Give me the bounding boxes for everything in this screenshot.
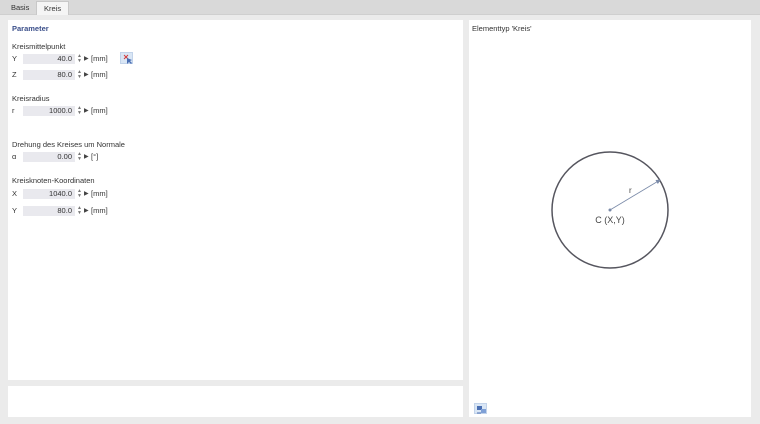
spinner-icon[interactable]: ▲ ▼ <box>77 106 82 116</box>
radius-label: r <box>629 186 632 195</box>
rotation-input[interactable]: 0.00 <box>23 152 75 162</box>
center-y-unit: [mm] <box>91 54 108 63</box>
center-point <box>608 208 612 212</box>
center-z-unit: [mm] <box>91 70 108 79</box>
play-arrow-icon[interactable]: ▶ <box>84 106 89 116</box>
circle-diagram: r C (X,Y) <box>551 151 669 269</box>
center-label: C (X,Y) <box>595 215 625 225</box>
spinner-icon[interactable]: ▲ ▼ <box>77 206 82 216</box>
rotation-symbol: α <box>12 152 17 161</box>
center-y-input[interactable]: 40.0 <box>23 54 75 64</box>
center-group-label: Kreismittelpunkt <box>12 42 66 51</box>
node-y-input[interactable]: 80.0 <box>23 206 75 216</box>
tab-bar: Basis Kreis <box>0 0 760 15</box>
node-y-symbol: Y <box>12 206 18 215</box>
center-y-symbol: Y <box>12 54 18 63</box>
node-group-label: Kreisknoten-Koordinaten <box>12 176 95 185</box>
pick-point-icon <box>123 54 132 64</box>
radius-unit: [mm] <box>91 106 108 115</box>
tab-basis[interactable]: Basis <box>4 1 36 15</box>
parameters-title: Parameter <box>12 24 49 33</box>
view-options-icon <box>477 406 486 414</box>
spinner-icon[interactable]: ▲ ▼ <box>77 152 82 162</box>
play-arrow-icon[interactable]: ▶ <box>84 206 89 216</box>
radius-symbol: r <box>12 106 15 115</box>
rotation-group-label: Drehung des Kreises um Normale <box>12 140 125 149</box>
spinner-icon[interactable]: ▲ ▼ <box>77 189 82 199</box>
node-x-input[interactable]: 1040.0 <box>23 189 75 199</box>
radius-group-label: Kreisradius <box>12 94 50 103</box>
radius-input[interactable]: 1000.0 <box>23 106 75 116</box>
node-x-unit: [mm] <box>91 189 108 198</box>
play-arrow-icon[interactable]: ▶ <box>84 152 89 162</box>
node-y-unit: [mm] <box>91 206 108 215</box>
tab-kreis[interactable]: Kreis <box>36 1 70 15</box>
view-options-button[interactable] <box>474 403 487 414</box>
play-arrow-icon[interactable]: ▶ <box>84 189 89 199</box>
center-z-symbol: Z <box>12 70 17 79</box>
parameters-panel: Parameter Kreismittelpunkt Y 40.0 ▲ ▼ ▶ [… <box>8 20 463 380</box>
status-panel <box>8 386 463 417</box>
pick-point-button[interactable] <box>120 52 133 64</box>
spinner-icon[interactable]: ▲ ▼ <box>77 70 82 80</box>
spinner-icon[interactable]: ▲ ▼ <box>77 54 82 64</box>
preview-panel: Elementtyp 'Kreis' r C (X,Y) <box>469 20 751 417</box>
rotation-unit: [°] <box>91 152 99 161</box>
center-z-input[interactable]: 80.0 <box>23 70 75 80</box>
play-arrow-icon[interactable]: ▶ <box>84 54 89 64</box>
play-arrow-icon[interactable]: ▶ <box>84 70 89 80</box>
radius-arrow <box>609 179 661 211</box>
node-x-symbol: X <box>12 189 18 198</box>
